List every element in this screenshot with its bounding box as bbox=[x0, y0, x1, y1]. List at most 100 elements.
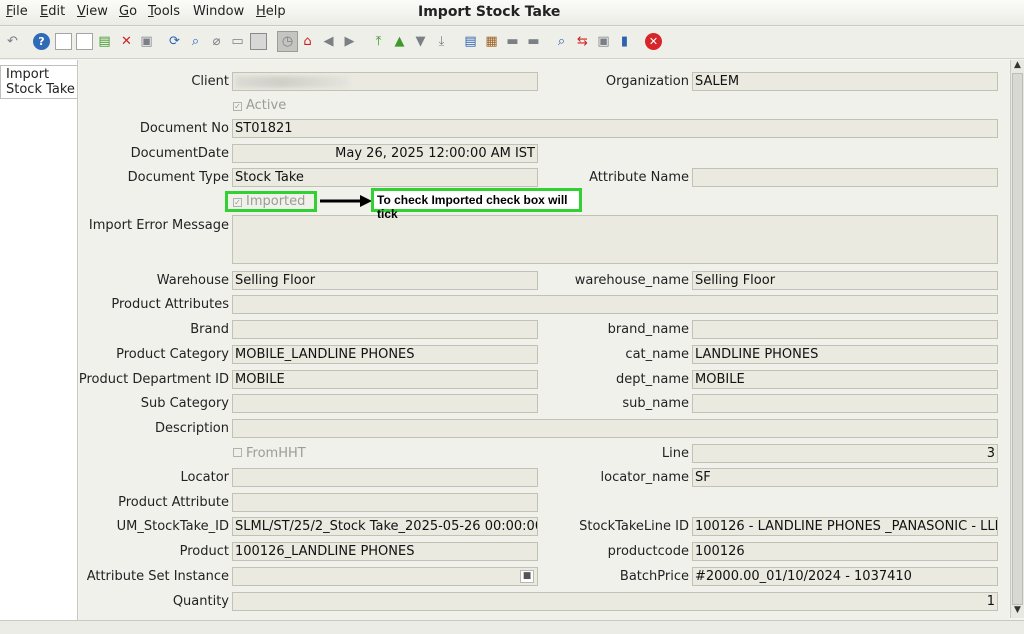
dept-name-label: dept_name bbox=[616, 372, 689, 387]
description-label: Description bbox=[154, 421, 229, 436]
scroll-down-icon[interactable]: ▼ bbox=[1011, 605, 1024, 618]
product-attribute-field[interactable] bbox=[232, 493, 538, 512]
lookup-button[interactable]: ■ bbox=[520, 570, 534, 583]
warehouse-field[interactable]: Selling Floor bbox=[232, 271, 538, 290]
organization-field[interactable]: SALEM bbox=[692, 72, 998, 91]
refresh-icon[interactable]: ⟳ bbox=[166, 33, 183, 50]
menu-window[interactable]: Window bbox=[193, 4, 244, 19]
menu-help[interactable]: Help bbox=[256, 4, 286, 19]
tab-panel: Import Stock Take bbox=[0, 60, 78, 620]
productcode-label: productcode bbox=[607, 544, 689, 559]
home-icon[interactable]: ⌂ bbox=[299, 33, 316, 50]
checkbox-checked-icon: ✓ bbox=[233, 102, 242, 111]
product-attributes-field[interactable] bbox=[232, 295, 998, 314]
menu-file[interactable]: File bbox=[6, 4, 28, 19]
scroll-thumb[interactable] bbox=[1012, 73, 1023, 605]
vertical-scrollbar[interactable]: ▲ ▼ bbox=[1010, 60, 1024, 618]
annotation-callout: To check Imported check box will tick bbox=[371, 188, 582, 221]
um-stocktake-field[interactable]: SLML/ST/25/2_Stock Take_2025-05-26 00:00… bbox=[232, 517, 538, 536]
product-field[interactable]: 100126_LANDLINE PHONES bbox=[232, 542, 538, 561]
document-no-label: Document No bbox=[139, 121, 229, 136]
client-label: Client bbox=[191, 74, 229, 89]
report-icon[interactable]: ▤ bbox=[462, 33, 479, 50]
attr-set-instance-field[interactable]: ■ bbox=[232, 567, 538, 586]
annotation-arrow-icon bbox=[320, 195, 372, 207]
line-label: Line bbox=[661, 446, 689, 461]
forward-icon[interactable]: ▶ bbox=[341, 33, 358, 50]
toolbar: ↶ ? ▤ ✕ ▣ ⟳ ⌕ ⌀ ▭ ◷ ⌂ ◀ ▶ ⤒ ▲ ▼ ⤓ ▤ ▦ ▬ … bbox=[0, 27, 1024, 59]
fromhht-checkbox[interactable]: FromHHT bbox=[233, 446, 306, 461]
dept-name-field[interactable]: MOBILE bbox=[692, 370, 998, 389]
brand-field[interactable] bbox=[232, 320, 538, 339]
locator-name-field[interactable]: SF bbox=[692, 468, 998, 487]
sub-category-field[interactable] bbox=[232, 394, 538, 413]
cat-name-field[interactable]: LANDLINE PHONES bbox=[692, 345, 998, 364]
attr-set-instance-label: Attribute Set Instance bbox=[86, 569, 229, 584]
menu-tools[interactable]: Tools bbox=[148, 4, 180, 19]
locator-name-label: locator_name bbox=[600, 470, 689, 485]
description-field[interactable] bbox=[232, 419, 998, 438]
product-department-label: Product Department ID bbox=[78, 372, 229, 387]
history-icon[interactable]: ◷ bbox=[277, 31, 298, 52]
brand-name-field[interactable] bbox=[692, 320, 998, 339]
sub-name-field[interactable] bbox=[692, 394, 998, 413]
active-workflows-icon[interactable]: ⇆ bbox=[574, 33, 591, 50]
client-field[interactable] bbox=[232, 72, 538, 91]
organization-label: Organization bbox=[605, 74, 689, 89]
productcode-field[interactable]: 100126 bbox=[692, 542, 998, 561]
exit-icon[interactable]: ✕ bbox=[645, 33, 662, 50]
product-info-icon[interactable]: ▮ bbox=[616, 33, 633, 50]
brand-name-label: brand_name bbox=[607, 322, 689, 337]
brand-label: Brand bbox=[190, 322, 229, 337]
product-category-field[interactable]: MOBILE_LANDLINE PHONES bbox=[232, 345, 538, 364]
back-icon[interactable]: ◀ bbox=[320, 33, 337, 50]
scroll-up-icon[interactable]: ▲ bbox=[1011, 60, 1024, 73]
chat-icon[interactable]: ▭ bbox=[229, 33, 246, 50]
next-record-icon[interactable]: ▼ bbox=[412, 33, 429, 50]
batch-price-label: BatchPrice bbox=[619, 569, 689, 584]
menu-go[interactable]: Go bbox=[119, 4, 137, 19]
product-department-field[interactable]: MOBILE bbox=[232, 370, 538, 389]
menu-view[interactable]: View bbox=[77, 4, 108, 19]
delete-icon[interactable]: ✕ bbox=[118, 33, 135, 50]
last-record-icon[interactable]: ⤓ bbox=[433, 33, 450, 50]
warehouse-name-field[interactable]: Selling Floor bbox=[692, 271, 998, 290]
menu-bar: File Edit View Go Tools Window Help Impo… bbox=[0, 0, 1024, 26]
annotation-highlight-box bbox=[225, 191, 317, 212]
grid-toggle-icon[interactable] bbox=[250, 33, 267, 50]
warehouse-name-label: warehouse_name bbox=[574, 273, 689, 288]
help-icon[interactable]: ? bbox=[33, 33, 50, 50]
first-record-icon[interactable]: ⤒ bbox=[370, 33, 387, 50]
attribute-name-label: Attribute Name bbox=[589, 170, 689, 185]
document-date-label: DocumentDate bbox=[130, 146, 229, 161]
quantity-field[interactable]: 1 bbox=[232, 592, 998, 611]
tab-import-stock-take[interactable]: Import Stock Take bbox=[0, 65, 77, 99]
undo-icon[interactable]: ↶ bbox=[4, 33, 21, 50]
import-error-textarea[interactable] bbox=[232, 215, 998, 264]
attachment-icon[interactable]: ⌀ bbox=[208, 33, 225, 50]
save-icon[interactable]: ▣ bbox=[138, 33, 155, 50]
previous-record-icon[interactable]: ▲ bbox=[391, 33, 408, 50]
locator-label: Locator bbox=[180, 470, 229, 485]
copy-record-icon[interactable] bbox=[76, 33, 93, 50]
print-preview-icon[interactable]: ▬ bbox=[504, 33, 521, 50]
document-date-field[interactable]: May 26, 2025 12:00:00 AM IST bbox=[232, 144, 538, 163]
new-record-icon[interactable] bbox=[55, 33, 72, 50]
line-field[interactable]: 3 bbox=[692, 444, 998, 463]
attribute-name-field[interactable] bbox=[692, 168, 998, 187]
product-attribute-label: Product Attribute bbox=[118, 495, 229, 510]
active-checkbox[interactable]: ✓ Active bbox=[233, 98, 286, 113]
zoom-across-icon[interactable]: ⌕ bbox=[553, 33, 570, 50]
menu-edit[interactable]: Edit bbox=[40, 4, 65, 19]
record-form: Client Organization SALEM ✓ Active Docume… bbox=[79, 60, 1009, 620]
archive-icon[interactable]: ▦ bbox=[483, 33, 500, 50]
document-type-field[interactable]: Stock Take bbox=[232, 168, 538, 187]
print-icon[interactable]: ▬ bbox=[525, 33, 542, 50]
batch-price-field[interactable]: #2000.00_01/10/2024 - 1037410 bbox=[692, 567, 998, 586]
stocktakeline-field[interactable]: 100126 - LANDLINE PHONES _PANASONIC - LL… bbox=[692, 517, 998, 536]
document-no-field[interactable]: ST01821 bbox=[232, 119, 998, 138]
find-icon[interactable]: ⌕ bbox=[187, 33, 204, 50]
delete-selection-icon[interactable]: ▤ bbox=[96, 33, 113, 50]
request-icon[interactable]: ▣ bbox=[595, 33, 612, 50]
locator-field[interactable] bbox=[232, 468, 538, 487]
